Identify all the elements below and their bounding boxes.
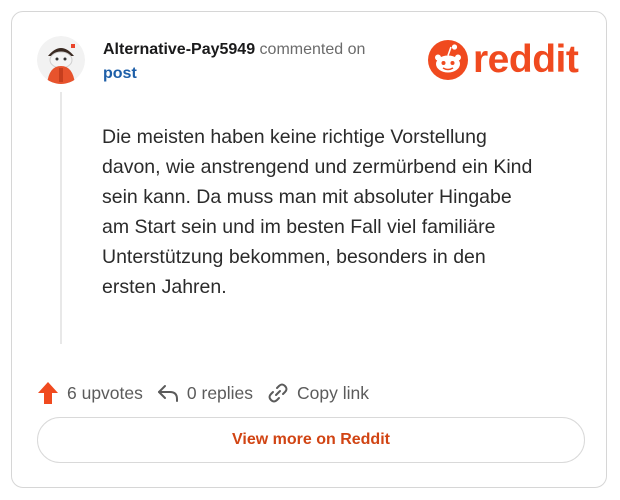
post-link[interactable]: post [103,65,137,82]
comment-text: Die meisten haben keine richtige Vorstel… [102,126,533,298]
avatar-icon [37,36,85,84]
reddit-snoo-icon [428,40,468,80]
reply-count: 0 replies [186,382,254,403]
username-link[interactable]: Alternative-Pay5949 [103,41,255,58]
upvote-count: 6 upvotes [67,382,143,403]
replies-button[interactable]: 0 replies [157,383,253,404]
upvote-arrow-icon [38,382,58,404]
reply-arrow-icon [157,385,178,402]
user-avatar[interactable] [37,36,85,84]
link-icon [268,383,288,403]
comment-footer: 6 upvotes 0 replies Copy link [37,380,383,406]
reddit-logo[interactable]: reddit [427,38,579,82]
view-more-label: View more on Reddit [232,431,390,448]
copy-link-button[interactable]: Copy link [267,382,369,404]
copy-link-label: Copy link [297,382,370,403]
upvote-button[interactable]: 6 upvotes [37,381,143,405]
comment-header: Alternative-Pay5949 commented on post [103,38,365,86]
reddit-wordmark: reddit [473,38,579,81]
action-text: commented on [259,41,366,58]
thread-line [60,92,62,344]
view-more-button[interactable]: View more on Reddit [37,417,585,463]
comment-embed-card: Alternative-Pay5949 commented on post re… [11,11,607,488]
